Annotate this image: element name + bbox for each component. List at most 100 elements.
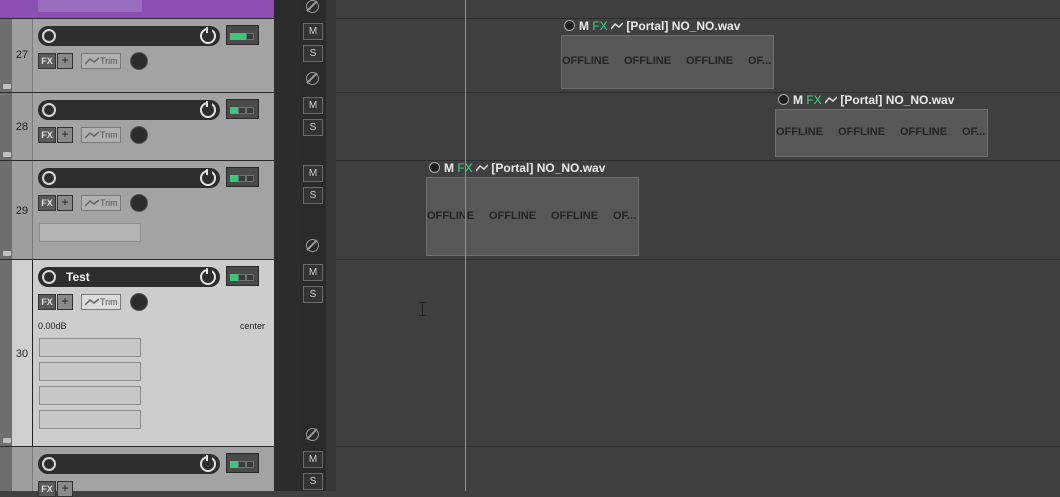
offline-label: OF... [962,126,986,138]
folder-icon[interactable] [3,438,11,443]
fx-add-button[interactable]: + [57,53,73,69]
mute-button-31[interactable]: M [303,451,323,468]
power-icon[interactable] [200,455,216,472]
track-number[interactable]: 28 [12,93,33,160]
item-fx-label[interactable]: FX [806,93,821,107]
item-mute-label[interactable]: M [444,161,454,175]
trim-button[interactable]: Trim [81,127,121,143]
track-31[interactable]: FX + [0,447,274,497]
pan-knob-icon[interactable] [130,126,148,144]
take-volume-icon[interactable] [778,94,789,105]
power-icon[interactable] [200,268,216,285]
track-number[interactable]: 30 [12,260,34,446]
mute-button-29[interactable]: M [303,165,323,182]
fx-slot[interactable] [39,362,141,381]
track-number[interactable]: 29 [12,161,33,259]
record-arm-icon[interactable] [42,29,56,43]
track-29[interactable]: 29 FX + Trim [0,161,274,260]
fx-button[interactable]: FX [38,294,56,310]
power-icon[interactable] [200,27,216,44]
io-routing-icon[interactable] [226,266,259,286]
solo-button-31[interactable]: S [303,473,323,490]
fx-add-button[interactable]: + [57,127,73,143]
phase-invert-icon[interactable] [306,239,319,252]
media-item-header[interactable]: M FX [Portal] NO_NO.wav [429,161,605,176]
envelope-icon [85,131,99,139]
track-number[interactable] [12,447,33,491]
phase-invert-icon[interactable] [306,72,319,85]
track-name-field[interactable] [38,100,220,120]
trim-button[interactable]: Trim [81,294,121,310]
fx-add-button[interactable]: + [57,195,73,211]
power-icon[interactable] [200,169,216,186]
track-number[interactable]: 27 [12,19,33,92]
phase-invert-icon[interactable] [306,0,319,13]
arrange-divider[interactable] [326,0,336,491]
mute-button-27[interactable]: M [303,23,323,40]
track-name[interactable]: Test [66,270,90,284]
record-arm-icon[interactable] [42,457,56,471]
fx-add-button[interactable]: + [57,294,73,310]
fx-slot[interactable] [39,410,141,429]
track-folder-parent[interactable] [0,0,274,19]
pan-knob-icon[interactable] [130,52,148,70]
record-arm-icon[interactable] [42,103,56,117]
envelope-icon [85,57,99,65]
envelope-icon [824,96,838,104]
fx-add-button[interactable]: + [57,481,73,497]
record-arm-icon[interactable] [42,270,56,284]
trim-button[interactable]: Trim [81,53,121,69]
take-volume-icon[interactable] [564,20,575,31]
mute-button-28[interactable]: M [303,97,323,114]
solo-button-30[interactable]: S [303,286,323,303]
offline-label: OFFLINE [551,209,599,222]
media-item[interactable]: OFFLINE OFFLINE OFFLINE OF... [775,109,988,157]
fx-button[interactable]: FX [38,481,56,497]
solo-button-28[interactable]: S [303,119,323,136]
fx-button[interactable]: FX [38,53,56,69]
mute-button-30[interactable]: M [303,264,323,281]
fx-slot[interactable] [39,338,141,357]
fx-slot[interactable] [39,223,141,242]
io-routing-icon[interactable] [226,453,259,473]
record-arm-icon[interactable] [42,171,56,185]
phase-invert-icon[interactable] [306,428,319,441]
trim-label: Trim [100,56,118,66]
item-fx-label[interactable]: FX [592,19,607,33]
solo-button-29[interactable]: S [303,187,323,204]
media-item-header[interactable]: M FX [Portal] NO_NO.wav [564,19,740,34]
media-item[interactable]: OFFLINE OFFLINE OFFLINE OF... [426,177,639,256]
track-name-field[interactable] [38,168,220,188]
folder-track-slot [38,0,142,12]
fx-slot[interactable] [39,386,141,405]
folder-icon[interactable] [3,84,11,89]
fx-button[interactable]: FX [38,127,56,143]
io-routing-icon[interactable] [226,167,259,187]
io-routing-icon[interactable] [226,25,259,45]
solo-button-27[interactable]: S [303,45,323,62]
fx-button[interactable]: FX [38,195,56,211]
track-28[interactable]: 28 FX + Trim [0,93,274,161]
track-27[interactable]: 27 FX + Trim [0,19,274,93]
media-item[interactable]: OFFLINE OFFLINE OFFLINE OF... [561,35,774,89]
pan-knob-icon[interactable] [130,194,148,212]
pan-knob-icon[interactable] [130,293,148,311]
item-mute-label[interactable]: M [793,93,803,107]
track-name-field[interactable] [38,26,220,46]
track-name-field[interactable] [38,454,220,474]
track-name-field[interactable]: Test [38,267,220,287]
folder-icon[interactable] [3,152,11,157]
offline-label: OFFLINE [838,126,886,138]
envelope-icon [85,298,99,306]
offline-label: OFFLINE [686,55,734,67]
io-routing-icon[interactable] [226,99,259,119]
track-30[interactable]: 30 Test FX + Trim 0.00dB center [0,260,274,447]
folder-icon[interactable] [3,251,11,256]
playhead-cursor[interactable] [465,0,466,491]
offline-label: OF... [613,209,637,222]
take-volume-icon[interactable] [429,162,440,173]
power-icon[interactable] [200,101,216,118]
item-mute-label[interactable]: M [579,19,589,33]
trim-button[interactable]: Trim [81,195,121,211]
media-item-header[interactable]: M FX [Portal] NO_NO.wav [778,93,954,108]
